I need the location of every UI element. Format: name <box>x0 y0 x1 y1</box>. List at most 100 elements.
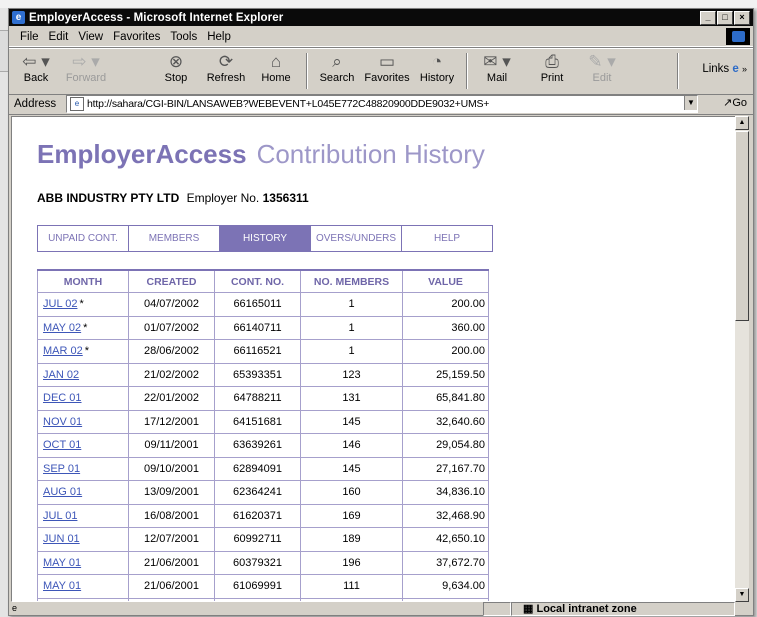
created-cell: 01/07/2002 <box>128 315 215 340</box>
menu-edit[interactable]: Edit <box>44 31 74 43</box>
links-button[interactable]: Links e » <box>702 63 747 75</box>
cont-no-cell: 61069991 <box>214 574 301 599</box>
address-input[interactable]: e http://sahara/CGI-BIN/LANSAWEB?WEBEVEN… <box>66 95 698 113</box>
menu-favorites[interactable]: Favorites <box>108 31 165 43</box>
month-cell: MAY 01 <box>37 574 129 599</box>
column-header-no-members[interactable]: NO. MEMBERS <box>300 269 403 293</box>
created-cell: 16/08/2001 <box>128 503 215 528</box>
windows-throbber-icon <box>726 28 750 45</box>
month-cell: MAY 02 * <box>37 315 129 340</box>
minimize-button[interactable]: _ <box>700 11 716 25</box>
month-cell: JUL 02 * <box>37 292 129 317</box>
table-row: JUN 01 12/07/2001 60992711 189 42,650.10 <box>37 527 489 552</box>
search-button[interactable]: ⌕ Search <box>312 52 362 84</box>
month-link[interactable]: MAY 02 <box>43 322 81 334</box>
stop-button[interactable]: ⊗ Stop <box>151 52 201 84</box>
mail-button[interactable]: ✉ ▾ Mail <box>472 52 522 84</box>
table-row: DEC 01 22/01/2002 64788211 131 65,841.80 <box>37 386 489 411</box>
month-link[interactable]: MAY 01 <box>43 557 81 569</box>
employer-label: Employer No. <box>186 191 260 205</box>
tab-history[interactable]: HISTORY <box>220 226 311 251</box>
scroll-thumb[interactable] <box>735 131 749 321</box>
employer-info: ABB INDUSTRY PTY LTD Employer No. 135631… <box>37 191 309 205</box>
desktop-background <box>0 0 757 8</box>
month-link[interactable]: SEP 01 <box>43 463 80 475</box>
month-cell: SEP 01 <box>37 456 129 481</box>
company-name: ABB INDUSTRY PTY LTD <box>37 191 180 205</box>
month-link[interactable]: JUL 01 <box>43 510 77 522</box>
column-header-created[interactable]: CREATED <box>128 269 215 293</box>
cont-no-cell: 62894091 <box>214 456 301 481</box>
menu-tools[interactable]: Tools <box>165 31 202 43</box>
go-button[interactable]: ↗Go <box>723 96 747 109</box>
page-subtitle: Contribution History <box>256 139 485 169</box>
created-cell: 12/07/2001 <box>128 527 215 552</box>
table-row: MAY 01 21/06/2001 60379321 196 37,672.70 <box>37 550 489 575</box>
created-cell: 21/06/2001 <box>128 550 215 575</box>
value-cell: 65,841.80 <box>402 386 489 411</box>
history-button[interactable]: ◔ History <box>412 52 462 84</box>
tab-help[interactable]: HELP <box>402 226 492 251</box>
created-cell: 21/02/2002 <box>128 362 215 387</box>
month-cell: MAR 02 * <box>37 339 129 364</box>
menu-help[interactable]: Help <box>202 31 236 43</box>
vertical-scrollbar[interactable]: ▲ ▼ <box>735 116 749 602</box>
stop-icon: ⊗ <box>168 52 184 71</box>
created-cell: 04/07/2002 <box>128 292 215 317</box>
members-cell: 160 <box>300 480 403 505</box>
table-row: JAN 02 21/02/2002 65393351 123 25,159.50 <box>37 362 489 387</box>
cont-no-cell: 65393351 <box>214 362 301 387</box>
print-icon: ⎙ <box>545 52 559 71</box>
month-link[interactable]: AUG 01 <box>43 486 82 498</box>
value-cell: 34,836.10 <box>402 480 489 505</box>
refresh-button[interactable]: ⟳ Refresh <box>201 52 251 84</box>
month-link[interactable]: MAY 01 <box>43 580 81 592</box>
table-row: NOV 01 17/12/2001 64151681 145 32,640.60 <box>37 409 489 434</box>
month-link[interactable]: DEC 01 <box>43 392 82 404</box>
month-link[interactable]: JUL 02 <box>43 298 77 310</box>
employer-number: 1356311 <box>262 191 309 205</box>
maximize-button[interactable]: □ <box>717 11 733 25</box>
column-header-cont-no[interactable]: CONT. NO. <box>214 269 301 293</box>
browser-window: e EmployerAccess - Microsoft Internet Ex… <box>8 8 754 616</box>
address-label: Address <box>14 98 57 110</box>
value-cell: 32,468.90 <box>402 503 489 528</box>
edit-button[interactable]: ✎ ▾ Edit <box>577 52 627 84</box>
page-status-icon: e <box>12 603 18 613</box>
month-link[interactable]: MAR 02 <box>43 345 83 357</box>
page-content: EmployerAccess Contribution History ABB I… <box>11 116 739 602</box>
menu-view[interactable]: View <box>73 31 108 43</box>
month-link[interactable]: JAN 02 <box>43 369 79 381</box>
history-icon: ◔ <box>431 52 443 71</box>
column-header-month[interactable]: MONTH <box>37 269 129 293</box>
menu-file[interactable]: File <box>15 31 44 43</box>
members-cell: 196 <box>300 550 403 575</box>
address-dropdown-icon[interactable]: ▼ <box>684 96 697 110</box>
favorites-button[interactable]: ▭ Favorites <box>362 52 412 84</box>
tab-overs-unders[interactable]: OVERS/UNDERS <box>311 226 402 251</box>
page-icon: e <box>70 97 84 111</box>
value-cell: 32,640.60 <box>402 409 489 434</box>
table-row: MAR 02 * 28/06/2002 66116521 1 200.00 <box>37 339 489 364</box>
back-button[interactable]: ⇦ ▾ Back <box>11 52 61 84</box>
home-button[interactable]: ⌂ Home <box>251 52 301 84</box>
value-cell: 27,167.70 <box>402 456 489 481</box>
print-button[interactable]: ⎙ Print <box>527 52 577 84</box>
month-link[interactable]: JUN 01 <box>43 533 80 545</box>
month-link[interactable]: OCT 01 <box>43 439 81 451</box>
column-header-value[interactable]: VALUE <box>402 269 489 293</box>
scroll-down-button[interactable]: ▼ <box>735 588 749 602</box>
toolbar-separator <box>466 53 468 89</box>
status-pane <box>483 602 511 616</box>
tab-unpaid-cont[interactable]: UNPAID CONT. <box>38 226 129 251</box>
close-button[interactable]: × <box>734 11 750 25</box>
scroll-up-button[interactable]: ▲ <box>735 116 749 130</box>
go-arrow-icon: ↗ <box>723 97 733 109</box>
refresh-icon: ⟳ <box>218 52 234 71</box>
forward-button[interactable]: ⇨ ▾ Forward <box>61 52 111 84</box>
tab-members[interactable]: MEMBERS <box>129 226 220 251</box>
month-flag: * <box>83 321 88 334</box>
cont-no-cell: 60992711 <box>214 527 301 552</box>
month-link[interactable]: NOV 01 <box>43 416 82 428</box>
members-cell: 1 <box>300 315 403 340</box>
